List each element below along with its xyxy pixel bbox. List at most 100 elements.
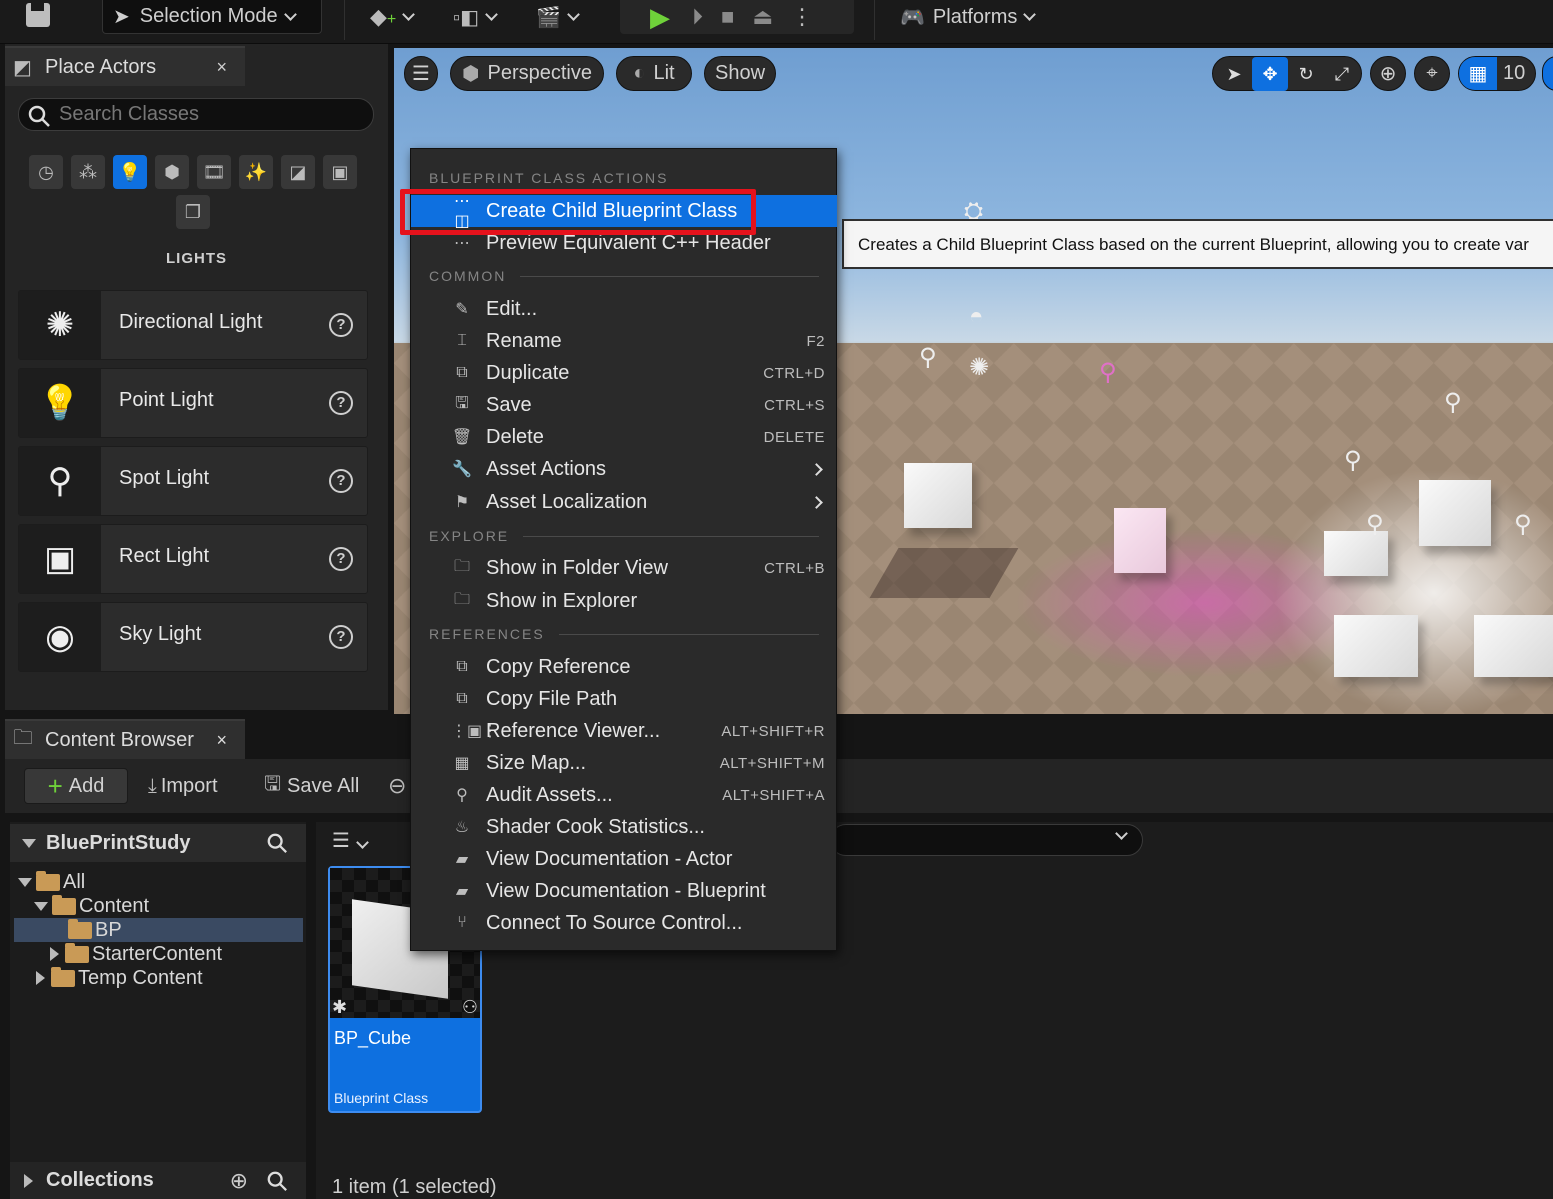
scale-tool-icon[interactable]: ⤢ (1324, 57, 1360, 91)
spot-light-actor-icon[interactable]: ⚲ (1099, 358, 1117, 387)
stop-icon[interactable]: ■ (721, 4, 734, 30)
menu-item-audit-assets[interactable]: ⚲ Audit Assets... ALT+SHIFT+A (411, 779, 837, 811)
spot-light-item[interactable]: ⚲ Spot Light ? (18, 446, 368, 516)
sky-light-actor-icon[interactable]: ◓ (969, 303, 984, 331)
basic-icon[interactable]: ⁂ (71, 155, 105, 189)
point-light-item[interactable]: 💡 Point Light ? (18, 368, 368, 438)
asset-search-input[interactable] (830, 824, 1143, 856)
tree-item-content[interactable]: Content (34, 894, 149, 918)
volumes-icon[interactable]: ▣ (323, 155, 357, 189)
menu-item-connect-source-control[interactable]: ⑂ Connect To Source Control... (411, 907, 837, 939)
selection-mode-dropdown[interactable]: ➤ Selection Mode (102, 0, 322, 34)
show-button[interactable]: Show (704, 56, 776, 91)
menu-item-show-in-folder-view[interactable]: 🗀 Show in Folder View CTRL+B (411, 552, 837, 584)
step-icon[interactable]: ⏵ (692, 4, 703, 30)
menu-item-size-map[interactable]: ▦ Size Map... ALT+SHIFT+M (411, 747, 837, 779)
help-icon[interactable]: ? (329, 469, 353, 493)
play-icon[interactable]: ▶ (650, 2, 670, 33)
import-button[interactable]: ⤓ Import (148, 768, 218, 804)
chevron-down-icon (485, 8, 498, 21)
history-back-button[interactable]: ⊖ (388, 768, 406, 804)
menu-item-asset-localization[interactable]: ⚑ Asset Localization (411, 486, 837, 518)
cube-actor[interactable] (1334, 615, 1418, 677)
cube-actor[interactable] (1474, 615, 1553, 677)
close-icon[interactable]: × (216, 57, 227, 78)
save-all-button[interactable]: 🖫 Save All (264, 768, 359, 804)
search-icon[interactable] (266, 1170, 288, 1192)
shapes-icon[interactable]: ⬢ (155, 155, 189, 189)
cinematic-icon[interactable]: 🎞 (197, 155, 231, 189)
menu-item-duplicate[interactable]: ⧉ Duplicate CTRL+D (411, 357, 837, 389)
world-local-toggle[interactable]: ⊕ (1370, 56, 1406, 91)
eject-icon[interactable]: ⏏ (752, 4, 773, 30)
menu-item-shader-cook-statistics[interactable]: ♨ Shader Cook Statistics... (411, 811, 837, 843)
content-browser-tab[interactable]: 🗀 Content Browser × (5, 719, 245, 759)
menu-item-reference-viewer[interactable]: ⋮▣⋮ Reference Viewer... ALT+SHIFT+R (411, 715, 837, 747)
place-actors-tab[interactable]: ◩ Place Actors × (5, 46, 245, 86)
help-icon[interactable]: ? (329, 313, 353, 337)
cube-actor[interactable] (1114, 508, 1166, 573)
spot-light-actor-icon[interactable]: ⚲ (1344, 446, 1362, 475)
menu-item-edit[interactable]: ✎ Edit... (411, 293, 837, 325)
directional-light-actor-icon[interactable]: ✺ (969, 353, 989, 382)
menu-item-copy-reference[interactable]: ⧉ Copy Reference (411, 651, 837, 683)
help-icon[interactable]: ? (329, 391, 353, 415)
spot-light-actor-icon[interactable]: ⚲ (919, 343, 937, 372)
menu-item-copy-file-path[interactable]: ⧉ Copy File Path (411, 683, 837, 715)
move-tool-icon[interactable]: ✥ (1252, 57, 1288, 91)
platforms-dropdown[interactable]: 🎮 Platforms (900, 0, 1037, 34)
tree-item-all[interactable]: All (18, 870, 85, 894)
actor-badge-icon: ⚇ (461, 997, 478, 1017)
all-classes-icon[interactable]: ❐ (176, 195, 210, 229)
add-collection-icon[interactable]: ⊕ (230, 1168, 248, 1194)
geometry-icon[interactable]: ◪ (281, 155, 315, 189)
recent-icon[interactable]: ◷ (29, 155, 63, 189)
menu-item-save[interactable]: 🖫 Save CTRL+S (411, 389, 837, 421)
pencil-icon: ✎ (455, 301, 469, 318)
cube-actor[interactable] (1419, 480, 1491, 546)
menu-item-view-documentation-actor[interactable]: ▰ View Documentation - Actor (411, 843, 837, 875)
rect-light-item[interactable]: ▣ Rect Light ? (18, 524, 368, 594)
add-button[interactable]: + Add (24, 768, 128, 804)
save-icon[interactable] (24, 0, 54, 34)
help-icon[interactable]: ? (329, 547, 353, 571)
expand-icon (50, 947, 59, 961)
filter-button[interactable]: ☰ (332, 828, 369, 853)
viewport-menu-button[interactable]: ☰ (404, 56, 438, 91)
spot-light-actor-icon[interactable]: ⚲ (1366, 510, 1384, 539)
menu-item-asset-actions[interactable]: 🔧 Asset Actions (411, 453, 837, 485)
close-icon[interactable]: × (216, 730, 227, 751)
menu-item-show-in-explorer[interactable]: 🗀 Show in Explorer (411, 585, 837, 617)
sky-light-item[interactable]: ◉ Sky Light ? (18, 602, 368, 672)
search-icon[interactable] (266, 832, 288, 854)
tree-item-temp-content[interactable]: Temp Content (36, 966, 203, 990)
tree-item-starter-content[interactable]: StarterContent (50, 942, 222, 966)
cinematics-dropdown[interactable]: 🎬 (536, 0, 580, 34)
menu-section-references: REFERENCES (429, 626, 819, 642)
visual-effects-icon[interactable]: ✨ (239, 155, 273, 189)
save-icon: 🖫 (455, 394, 469, 412)
menu-item-delete[interactable]: 🗑 Delete DELETE (411, 421, 837, 453)
select-tool-icon[interactable]: ➤ (1216, 57, 1252, 91)
more-options-icon[interactable]: ⋮ (791, 4, 813, 30)
help-icon[interactable]: ? (329, 625, 353, 649)
directional-light-item[interactable]: ✺ Directional Light ? (18, 290, 368, 360)
collections-header[interactable]: Collections ⊕ (10, 1162, 306, 1199)
lit-button[interactable]: ◐ Lit (616, 56, 692, 91)
surface-snap-toggle[interactable]: ⌖ (1414, 56, 1450, 91)
grid-snap-control[interactable]: ▦ 10 (1458, 56, 1536, 91)
cube-actor[interactable] (904, 463, 972, 528)
project-header[interactable]: BluePrintStudy (10, 824, 306, 862)
spot-light-actor-icon[interactable]: ⚲ (1444, 388, 1462, 417)
perspective-button[interactable]: ⬢ Perspective (450, 56, 604, 91)
lights-icon[interactable]: 💡 (113, 155, 147, 189)
rotation-snap-toggle[interactable] (1542, 56, 1553, 91)
menu-item-view-documentation-blueprint[interactable]: ▰ View Documentation - Blueprint (411, 875, 837, 907)
blueprints-dropdown[interactable]: ▫◧ (453, 0, 498, 34)
tree-item-bp[interactable]: BP (14, 918, 303, 942)
add-actor-dropdown[interactable]: ◆+ (370, 0, 416, 34)
menu-item-rename[interactable]: ⌶ Rename F2 (411, 325, 837, 357)
spot-light-actor-icon[interactable]: ⚲ (1514, 510, 1532, 539)
search-classes-input[interactable]: Search Classes (18, 98, 374, 131)
rotate-tool-icon[interactable]: ↻ (1288, 57, 1324, 91)
